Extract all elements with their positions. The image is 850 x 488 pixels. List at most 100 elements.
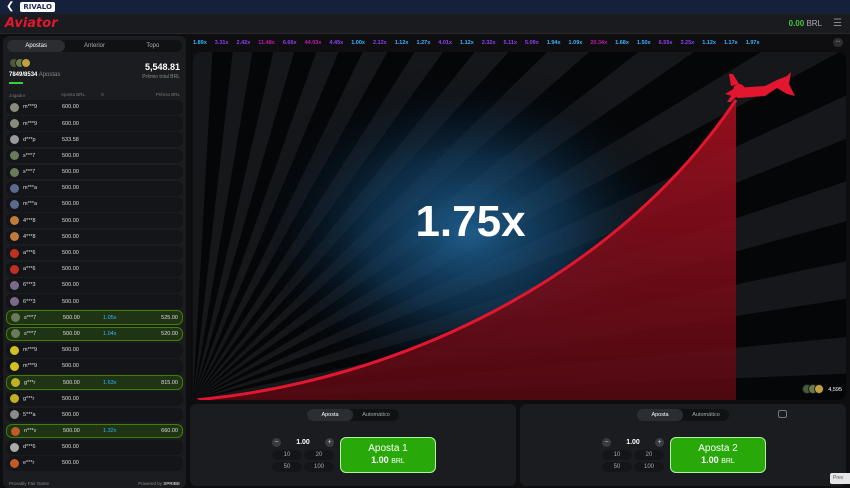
more-history-icon[interactable]: ⋯ xyxy=(833,38,843,47)
quick-amount-button[interactable]: 10 xyxy=(272,450,302,460)
history-multiplier[interactable]: 1.97x xyxy=(746,40,760,46)
avatar xyxy=(10,442,19,452)
bet-player: d***p xyxy=(10,135,62,145)
history-multiplier[interactable]: 5.09x xyxy=(525,40,539,46)
balance-currency: BRL xyxy=(806,19,822,28)
player-name: 6***3 xyxy=(23,298,36,305)
player-name: 4***8 xyxy=(23,217,36,224)
tab-all-bets[interactable]: Apostas xyxy=(7,40,66,52)
quick-amount-button[interactable]: 50 xyxy=(602,462,632,472)
player-name: m***a xyxy=(23,185,38,192)
bet-player: d***6 xyxy=(10,442,62,452)
bet-row: g***r 500.00 1.63x 815.00 xyxy=(6,375,183,390)
amount-value[interactable]: 1.00 xyxy=(626,439,640,446)
col-x: X xyxy=(101,92,105,97)
history-multiplier[interactable]: 3.25x xyxy=(680,40,694,46)
bet-button-1[interactable]: Aposta 1 1.00 BRL xyxy=(340,437,436,473)
history-multiplier[interactable]: 1.94x xyxy=(547,40,561,46)
history-multiplier[interactable]: 6.66x xyxy=(283,40,297,46)
avatar xyxy=(11,313,20,323)
game-header: Aviator 0.00 BRL ☰ xyxy=(0,14,850,34)
history-multiplier[interactable]: 5.11x xyxy=(504,40,517,46)
history-multiplier[interactable]: 1.50x xyxy=(637,40,651,46)
plus-button[interactable]: + xyxy=(325,437,334,447)
brand-logo[interactable]: RIVALO xyxy=(20,2,55,12)
sidebar-tabs: Apostas Anterior Topo xyxy=(7,40,182,52)
bet-button-title: Aposta 1 xyxy=(368,443,408,454)
bet-row: 6***3 500.00 xyxy=(6,278,183,293)
history-multiplier[interactable]: 1.12x xyxy=(702,40,716,46)
player-name: d***6 xyxy=(23,444,36,451)
bet-button-2[interactable]: Aposta 2 1.00 BRL xyxy=(670,437,766,473)
bet-amount: 500.00 xyxy=(62,282,79,289)
avatar xyxy=(10,264,19,274)
player-name: m***9 xyxy=(23,363,38,370)
quick-amount-button[interactable]: 50 xyxy=(272,462,302,472)
remove-panel-icon[interactable] xyxy=(778,410,787,418)
player-name: g***r xyxy=(24,379,36,386)
history-multiplier[interactable]: 44.03x xyxy=(305,40,322,46)
avatar xyxy=(11,426,20,436)
player-name: m***a xyxy=(23,201,38,208)
tab-previous[interactable]: Anterior xyxy=(65,40,123,52)
bet-player: 6***3 xyxy=(10,280,62,290)
history-multiplier[interactable]: 1.27x xyxy=(416,40,430,46)
chevron-left-icon[interactable]: ❮ xyxy=(6,0,14,14)
bet-amount: 500.00 xyxy=(63,428,80,435)
avatar xyxy=(10,394,19,404)
quick-amount-button[interactable]: 100 xyxy=(304,462,334,472)
prev-button[interactable]: Prev xyxy=(830,473,850,484)
quick-amount-button[interactable]: 20 xyxy=(304,450,334,460)
minus-button[interactable]: − xyxy=(602,437,611,447)
tab-bet[interactable]: Aposta xyxy=(307,409,353,421)
bet-player: n***v xyxy=(11,426,63,436)
history-multiplier[interactable]: 1.17x xyxy=(724,40,738,46)
quick-amount-button[interactable]: 20 xyxy=(634,450,664,460)
bet-amount: 500.00 xyxy=(62,347,79,354)
avatar xyxy=(814,384,825,394)
history-multiplier[interactable]: 1.89x xyxy=(193,40,207,46)
bet-button-amount-value: 1.00 xyxy=(701,455,719,465)
history-multiplier[interactable]: 4.01x xyxy=(438,40,452,46)
history-multiplier[interactable]: 2.32x xyxy=(482,40,496,46)
bet-mode-toggle: Aposta Automático xyxy=(307,409,399,421)
history-multiplier[interactable]: 1.00x xyxy=(351,40,365,46)
current-multiplier: 1.75x xyxy=(193,197,846,247)
bet-amount: 500.00 xyxy=(62,169,79,176)
history-multiplier[interactable]: 2.12x xyxy=(373,40,387,46)
bet-row: d***6 500.00 xyxy=(6,439,183,455)
history-multiplier[interactable]: 1.68x xyxy=(615,40,629,46)
history-multiplier[interactable]: 2.42x xyxy=(237,40,251,46)
player-name: d***p xyxy=(23,136,36,143)
players-count-value: 7849/8534 xyxy=(9,72,38,78)
menu-icon[interactable]: ☰ xyxy=(833,18,842,29)
history-multiplier[interactable]: 3.31x xyxy=(215,40,229,46)
amount-stepper: − 1.00 + 10 20 50 100 xyxy=(272,436,334,472)
history-multiplier[interactable]: 1.12x xyxy=(395,40,409,46)
avatar xyxy=(11,378,20,388)
col-win: Prêmio BRL xyxy=(155,92,180,97)
bet-amount: 500.00 xyxy=(63,330,80,337)
history-multiplier[interactable]: 1.12x xyxy=(460,40,474,46)
minus-button[interactable]: − xyxy=(272,437,281,447)
bet-panel-1: Aposta Automático − 1.00 + 10 20 50 100 … xyxy=(190,404,516,486)
bet-row: s***7 500.00 1.04x 520.00 xyxy=(6,326,183,342)
tab-bet[interactable]: Aposta xyxy=(637,409,683,421)
plus-button[interactable]: + xyxy=(655,437,664,447)
tab-auto[interactable]: Automático xyxy=(683,409,729,421)
bet-player: g***r xyxy=(10,394,62,404)
history-multiplier[interactable]: 4.45x xyxy=(329,40,343,46)
bet-row: a***6 500.00 xyxy=(6,261,183,277)
history-multiplier[interactable]: 6.55x xyxy=(659,40,673,46)
amount-value[interactable]: 1.00 xyxy=(296,439,310,446)
bet-row: 4***8 500.00 xyxy=(6,229,183,245)
history-multiplier[interactable]: 11.48x xyxy=(258,40,275,46)
bet-player: m***9 xyxy=(10,119,62,129)
quick-amount-button[interactable]: 100 xyxy=(634,462,664,472)
history-multiplier[interactable]: 20.34x xyxy=(590,40,607,46)
quick-amount-button[interactable]: 10 xyxy=(602,450,632,460)
provably-fair-link[interactable]: Provably Fair Game xyxy=(9,481,49,486)
history-multiplier[interactable]: 1.09x xyxy=(569,40,583,46)
tab-auto[interactable]: Automático xyxy=(353,409,399,421)
tab-top[interactable]: Topo xyxy=(124,40,182,52)
